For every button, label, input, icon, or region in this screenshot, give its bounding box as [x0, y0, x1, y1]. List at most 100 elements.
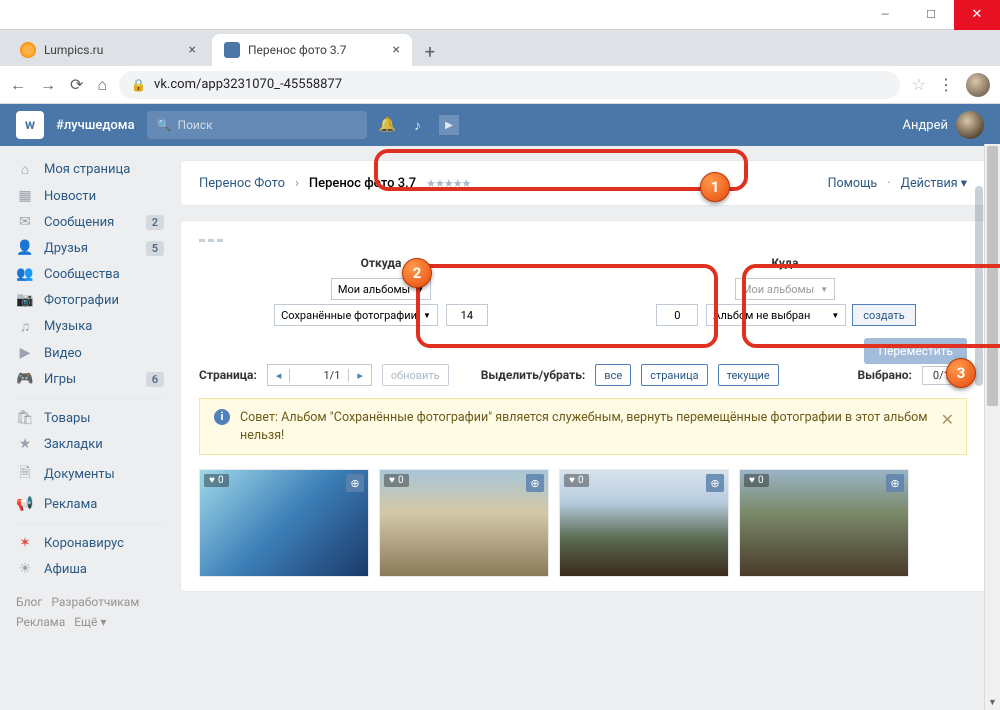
- sidebar-item-covid[interactable]: ✶Коронавирус: [0, 530, 180, 556]
- sidebar-item-video[interactable]: ▶Видео: [0, 340, 180, 366]
- tab-close-icon[interactable]: ×: [393, 42, 400, 58]
- home-button[interactable]: ⌂: [97, 75, 107, 95]
- divider: [16, 398, 164, 399]
- sidebar-item-news[interactable]: ▦Новости: [0, 183, 180, 209]
- notifications-icon[interactable]: 🔔: [379, 117, 396, 133]
- from-album-select[interactable]: Сохранённые фотографии▼: [274, 304, 438, 326]
- video-icon: ▶: [16, 345, 34, 361]
- footer-link[interactable]: Ещё: [74, 615, 97, 629]
- breadcrumb-root[interactable]: Перенос Фото: [199, 176, 285, 191]
- from-title: Откуда: [199, 256, 563, 270]
- star-icon: ★: [16, 436, 34, 452]
- sidebar-item-friends[interactable]: 👤Друзья5: [0, 235, 180, 261]
- sidebar-item-ads[interactable]: 📢Реклама: [0, 491, 180, 517]
- pager-prev-button[interactable]: ◂: [268, 369, 290, 382]
- music-note-icon: ♫: [16, 318, 34, 335]
- vk-main-content: 1 2 3 Перенос Фото › Перенос фото 3.7 ★★…: [180, 146, 1000, 710]
- vk-sidebar: ⌂Моя страница ▦Новости ✉Сообщения2 👤Друз…: [0, 146, 180, 710]
- select-page-button[interactable]: страница: [641, 364, 707, 386]
- new-tab-button[interactable]: +: [416, 38, 444, 66]
- sidebar-item-messages[interactable]: ✉Сообщения2: [0, 209, 180, 235]
- actions-dropdown[interactable]: Действия ▾: [901, 175, 967, 191]
- forward-button[interactable]: →: [40, 75, 56, 95]
- select-all-button[interactable]: все: [595, 364, 631, 386]
- pager-label: Страница:: [199, 368, 257, 382]
- music-icon[interactable]: ♪: [414, 117, 421, 134]
- photo-thumbnail[interactable]: ♥0 ⊕: [739, 469, 909, 577]
- to-album-select[interactable]: Альбом не выбран▼: [706, 304, 846, 326]
- news-icon: ▦: [16, 188, 34, 204]
- photo-thumbnail[interactable]: ♥0 ⊕: [199, 469, 369, 577]
- pager: ◂ 1/1 ▸: [267, 364, 372, 386]
- like-badge[interactable]: ♥0: [384, 474, 409, 487]
- favicon-icon: [224, 42, 240, 58]
- browser-scrollbar[interactable]: ▲ ▼: [984, 144, 1000, 710]
- select-current-button[interactable]: текущие: [718, 364, 779, 386]
- heart-icon: ♥: [389, 475, 395, 486]
- tab-close-icon[interactable]: ×: [189, 42, 196, 58]
- vk-hashtag[interactable]: #лучшедома: [56, 118, 135, 133]
- sidebar-item-bookmarks[interactable]: ★Закладки: [0, 431, 180, 457]
- profile-avatar-icon[interactable]: [966, 73, 990, 97]
- refresh-button[interactable]: обновить: [382, 364, 449, 386]
- sidebar-item-communities[interactable]: 👥Сообщества: [0, 261, 180, 287]
- heart-icon: ♥: [569, 475, 575, 486]
- window-close-button[interactable]: ✕: [954, 0, 1000, 30]
- like-badge[interactable]: ♥0: [564, 474, 589, 487]
- browser-tab-lumpics[interactable]: Lumpics.ru ×: [8, 34, 208, 66]
- window-maximize-button[interactable]: ☐: [908, 0, 954, 30]
- sun-icon: ☀: [16, 561, 34, 577]
- rating-stars-icon[interactable]: ★★★★★: [426, 177, 470, 190]
- tip-text: Совет: Альбом "Сохранённые фотографии" я…: [240, 409, 952, 444]
- reload-button[interactable]: ⟳: [70, 75, 83, 95]
- to-count: 0: [656, 304, 698, 326]
- home-icon: ⌂: [16, 161, 34, 178]
- back-button[interactable]: ←: [10, 75, 26, 95]
- sidebar-item-music[interactable]: ♫Музыка: [0, 313, 180, 340]
- zoom-icon[interactable]: ⊕: [346, 474, 364, 492]
- sidebar-item-docs[interactable]: 🗎Документы: [0, 457, 180, 491]
- footer-link[interactable]: Блог: [16, 595, 42, 609]
- browser-menu-icon[interactable]: ⋮: [938, 75, 954, 94]
- zoom-icon[interactable]: ⊕: [706, 474, 724, 492]
- like-badge[interactable]: ♥0: [204, 474, 229, 487]
- photo-thumbnail[interactable]: ♥0 ⊕: [379, 469, 549, 577]
- browser-tab-active[interactable]: Перенос фото 3.7 ×: [212, 34, 412, 66]
- sidebar-item-games[interactable]: 🎮Игры6: [0, 366, 180, 392]
- photo-thumbnail[interactable]: ♥0 ⊕: [559, 469, 729, 577]
- zoom-icon[interactable]: ⊕: [886, 474, 904, 492]
- vk-search-input[interactable]: 🔍 Поиск: [147, 111, 367, 139]
- bookmark-icon[interactable]: ☆: [912, 75, 926, 94]
- vk-logo-icon[interactable]: w: [16, 111, 44, 139]
- search-icon: 🔍: [157, 118, 172, 132]
- footer-link[interactable]: Реклама: [16, 615, 65, 629]
- zoom-icon[interactable]: ⊕: [526, 474, 544, 492]
- gamepad-icon: 🎮: [16, 371, 34, 387]
- player-icon[interactable]: ▶: [439, 115, 459, 135]
- tip-close-button[interactable]: ✕: [941, 409, 954, 431]
- vk-user-menu[interactable]: Андрей: [902, 111, 984, 139]
- sidebar-item-events[interactable]: ☀Афиша: [0, 556, 180, 582]
- scrollbar-thumb[interactable]: [987, 146, 998, 406]
- scrollbar-thumb[interactable]: [975, 186, 983, 386]
- sidebar-item-photos[interactable]: 📷Фотографии: [0, 287, 180, 313]
- sidebar-item-my-page[interactable]: ⌂Моя страница: [0, 156, 180, 183]
- footer-link[interactable]: Разработчикам: [51, 595, 139, 609]
- megaphone-icon: 📢: [16, 496, 34, 512]
- pager-next-button[interactable]: ▸: [349, 369, 371, 382]
- to-source-select[interactable]: Мои альбомы▼: [735, 278, 835, 300]
- vk-avatar-icon: [956, 111, 984, 139]
- address-bar[interactable]: 🔒 vk.com/app3231070_-45558877: [119, 71, 900, 99]
- heart-icon: ♥: [209, 475, 215, 486]
- sidebar-item-market[interactable]: 🛍Товары: [0, 405, 180, 431]
- file-icon: 🗎: [16, 462, 34, 486]
- chevron-right-icon: ›: [295, 176, 299, 191]
- create-album-button[interactable]: создать: [852, 304, 915, 326]
- favicon-icon: [20, 42, 36, 58]
- like-badge[interactable]: ♥0: [744, 474, 769, 487]
- window-minimize-button[interactable]: —: [862, 0, 908, 30]
- help-link[interactable]: Помощь: [828, 176, 878, 191]
- page-scrollbar[interactable]: [975, 186, 983, 710]
- camera-icon: 📷: [16, 292, 34, 308]
- scroll-down-icon[interactable]: ▼: [985, 694, 1000, 710]
